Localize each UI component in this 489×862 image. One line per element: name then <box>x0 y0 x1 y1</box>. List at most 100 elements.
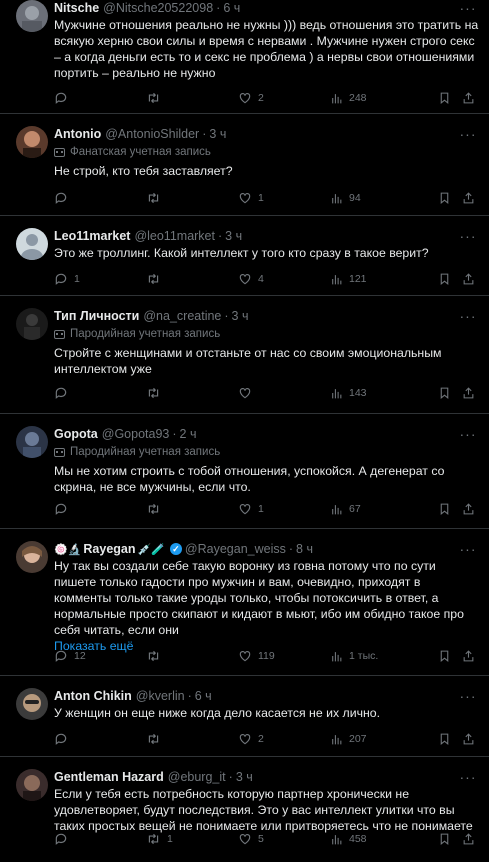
tweet-2[interactable]: Antonio @AntonioShilder · 3 ч ··· Фанатс… <box>0 114 489 216</box>
timestamp[interactable]: 8 ч <box>296 542 313 556</box>
separator-dot: · <box>218 229 223 243</box>
reply-button[interactable] <box>54 386 74 400</box>
share-button[interactable] <box>462 502 475 516</box>
bookmark-button[interactable] <box>438 649 451 663</box>
timestamp[interactable]: 3 ч <box>232 309 249 323</box>
reply-button[interactable] <box>54 732 74 746</box>
retweet-button[interactable] <box>146 272 167 286</box>
author-handle[interactable]: @eburg_it <box>168 770 226 784</box>
bookmark-button[interactable] <box>438 502 451 516</box>
author-name[interactable]: Gentleman Hazard <box>54 770 164 784</box>
share-button[interactable] <box>462 191 475 205</box>
views-button[interactable]: 458 <box>330 833 367 846</box>
views-button[interactable]: 207 <box>330 733 367 746</box>
tweet-8[interactable]: Gentleman Hazard @eburg_it · 3 ч ··· Есл… <box>0 757 489 862</box>
like-button[interactable]: 4 <box>238 272 264 286</box>
more-dots-icon[interactable]: ··· <box>457 426 479 442</box>
bookmark-button[interactable] <box>438 386 451 400</box>
avatar[interactable] <box>16 308 48 340</box>
avatar[interactable] <box>16 228 48 260</box>
reply-button[interactable] <box>54 502 74 516</box>
share-button[interactable] <box>462 832 475 846</box>
like-button[interactable]: 2 <box>238 91 264 105</box>
timestamp[interactable]: 2 ч <box>180 427 197 441</box>
bookmark-button[interactable] <box>438 832 451 846</box>
like-button[interactable]: 2 <box>238 732 264 746</box>
reply-button[interactable] <box>54 832 74 846</box>
avatar[interactable] <box>16 0 48 32</box>
author-name[interactable]: Antonio <box>54 127 101 141</box>
tweet-1[interactable]: Nitsche @Nitsche20522098 · 6 ч ··· Мужчи… <box>0 0 489 114</box>
reply-button[interactable] <box>54 91 74 105</box>
reply-button[interactable]: 1 <box>54 272 80 286</box>
avatar[interactable] <box>16 541 48 573</box>
timestamp[interactable]: 3 ч <box>225 229 242 243</box>
author-handle[interactable]: @Gopota93 <box>102 427 170 441</box>
author-name[interactable]: Rayegan <box>83 542 135 556</box>
more-dots-icon[interactable]: ··· <box>457 308 479 324</box>
tweet-text: Ну так вы создали себе такую воронку из … <box>54 559 464 637</box>
views-button[interactable]: 94 <box>330 192 361 205</box>
avatar[interactable] <box>16 426 48 458</box>
bookmark-button[interactable] <box>438 191 451 205</box>
author-name[interactable]: Anton Chikin <box>54 689 132 703</box>
author-name[interactable]: Nitsche <box>54 1 99 15</box>
action-bar: 143 <box>54 384 475 402</box>
retweet-button[interactable] <box>146 91 167 105</box>
timestamp[interactable]: 3 ч <box>236 770 253 784</box>
views-button[interactable]: 67 <box>330 503 361 516</box>
retweet-button[interactable] <box>146 649 167 663</box>
tweet-7[interactable]: Anton Chikin @kverlin · 6 ч ··· У женщин… <box>0 676 489 757</box>
bookmark-button[interactable] <box>438 272 451 286</box>
timestamp[interactable]: 6 ч <box>223 1 240 15</box>
like-button[interactable]: 1 <box>238 191 264 205</box>
more-dots-icon[interactable]: ··· <box>457 228 479 244</box>
author-name[interactable]: Gopota <box>54 427 98 441</box>
tweet-6[interactable]: 🍥🔬 Rayegan 💉🧪 ✓ @Rayegan_weiss · 8 ч ···… <box>0 529 489 676</box>
tweet-3[interactable]: Leo11market @leo11market · 3 ч ··· Это ж… <box>0 216 489 296</box>
timestamp[interactable]: 3 ч <box>209 127 226 141</box>
share-button[interactable] <box>462 649 475 663</box>
retweet-button[interactable] <box>146 386 167 400</box>
action-bar: 1 67 <box>54 500 475 518</box>
like-button[interactable]: 1 <box>238 502 264 516</box>
like-button[interactable] <box>238 386 258 400</box>
reply-button[interactable]: 12 <box>54 649 86 663</box>
author-handle[interactable]: @kverlin <box>136 689 185 703</box>
more-dots-icon[interactable]: ··· <box>457 126 479 142</box>
tweet-5[interactable]: Gopota @Gopota93 · 2 ч ··· Пародийная уч… <box>0 414 489 529</box>
views-button[interactable]: 121 <box>330 273 367 286</box>
more-dots-icon[interactable]: ··· <box>457 769 479 785</box>
bookmark-button[interactable] <box>438 732 451 746</box>
more-dots-icon[interactable]: ··· <box>457 541 479 557</box>
author-handle[interactable]: @Nitsche20522098 <box>103 1 213 15</box>
retweet-button[interactable] <box>146 502 167 516</box>
share-button[interactable] <box>462 272 475 286</box>
views-button[interactable]: 143 <box>330 387 367 400</box>
more-dots-icon[interactable]: ··· <box>457 688 479 704</box>
retweet-button[interactable] <box>146 732 167 746</box>
author-name[interactable]: Тип Личности <box>54 309 139 323</box>
author-handle[interactable]: @Rayegan_weiss <box>185 542 286 556</box>
avatar[interactable] <box>16 688 48 720</box>
share-button[interactable] <box>462 386 475 400</box>
more-dots-icon[interactable]: ··· <box>457 0 479 16</box>
tweet-4[interactable]: Тип Личности @na_creatine · 3 ч ··· Паро… <box>0 296 489 414</box>
author-handle[interactable]: @na_creatine <box>143 309 221 323</box>
timestamp[interactable]: 6 ч <box>195 689 212 703</box>
like-button[interactable]: 5 <box>238 832 264 846</box>
retweet-button[interactable]: 1 <box>146 832 173 846</box>
avatar[interactable] <box>16 769 48 801</box>
author-handle[interactable]: @AntonioShilder <box>105 127 199 141</box>
share-button[interactable] <box>462 732 475 746</box>
avatar[interactable] <box>16 126 48 158</box>
author-handle[interactable]: @leo11market <box>134 229 215 243</box>
reply-button[interactable] <box>54 191 74 205</box>
author-name[interactable]: Leo11market <box>54 229 130 243</box>
retweet-button[interactable] <box>146 191 167 205</box>
bookmark-button[interactable] <box>438 91 451 105</box>
views-button[interactable]: 248 <box>330 92 367 105</box>
like-button[interactable]: 119 <box>238 649 275 663</box>
views-button[interactable]: 1 тыс. <box>330 650 378 663</box>
share-button[interactable] <box>462 91 475 105</box>
